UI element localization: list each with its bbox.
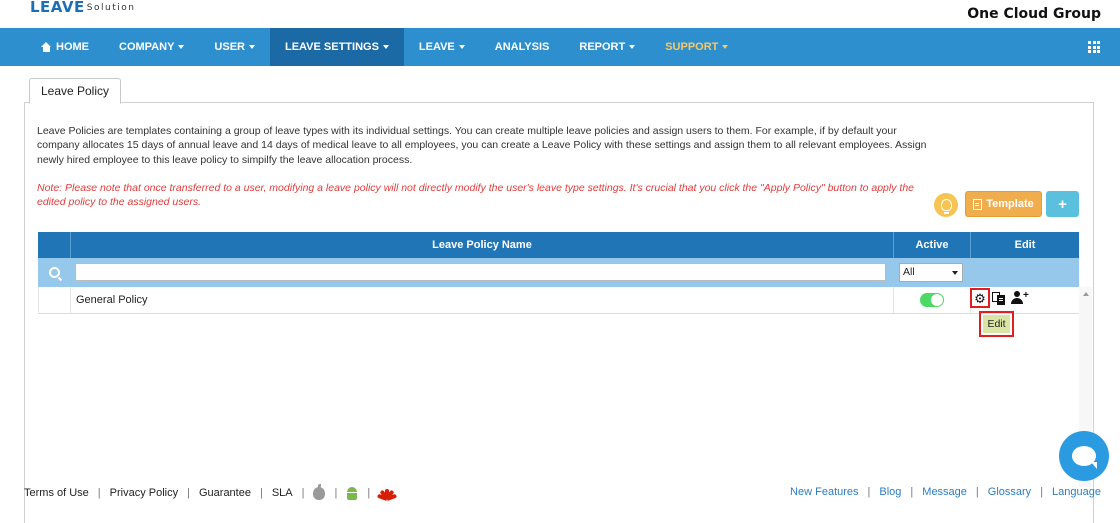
caret-down-icon [178, 45, 185, 49]
policy-name-filter-input[interactable] [75, 263, 886, 281]
nav-report[interactable]: REPORT [564, 28, 650, 66]
search-icon [48, 267, 60, 278]
footer-link-new-features[interactable]: New Features [790, 486, 858, 498]
tab-leave-policy[interactable]: Leave Policy [29, 78, 121, 104]
nav-support-label: SUPPORT [665, 41, 719, 53]
home-icon [41, 42, 52, 52]
column-header-name[interactable]: Leave Policy Name [70, 232, 893, 258]
android-icon[interactable] [346, 486, 358, 500]
footer-link-message[interactable]: Message [922, 486, 967, 498]
nav-report-label: REPORT [579, 41, 626, 53]
nav-user[interactable]: USER [199, 28, 270, 66]
footer-separator: | [910, 486, 914, 498]
footer-separator: | [867, 486, 871, 498]
company-name: One Cloud Group [967, 6, 1101, 22]
footer-left-links: Terms of Use | Privacy Policy | Guarante… [24, 484, 398, 501]
scroll-up-arrow-icon[interactable] [1083, 292, 1089, 296]
footer-separator: | [1040, 486, 1044, 498]
nav-analysis[interactable]: ANALYSIS [480, 28, 565, 66]
footer-separator: | [97, 487, 101, 499]
chat-icon [1072, 446, 1097, 469]
caret-down-icon [458, 45, 465, 49]
logo-text: LEAVE [30, 0, 85, 16]
logo[interactable]: LEAVE Solution [30, 0, 135, 16]
column-divider [893, 287, 894, 313]
footer-link-privacy[interactable]: Privacy Policy [110, 487, 178, 499]
apps-grid-icon[interactable] [1088, 41, 1100, 53]
footer-link-terms[interactable]: Terms of Use [24, 487, 89, 499]
table-header: Leave Policy Name Active Edit [38, 232, 1079, 258]
top-header: LEAVE Solution One Cloud Group [0, 0, 1120, 28]
footer-separator: | [301, 487, 305, 499]
nav-leave-label: LEAVE [418, 41, 455, 53]
edit-policy-button[interactable]: ⚙ [970, 288, 990, 308]
template-button[interactable]: Template [965, 191, 1042, 217]
add-policy-button[interactable]: + [1046, 191, 1079, 217]
assign-users-button[interactable]: + [1011, 291, 1029, 305]
footer-separator: | [334, 487, 338, 499]
file-icon [973, 198, 983, 210]
nav-leave[interactable]: LEAVE [404, 28, 480, 66]
chat-button[interactable] [1059, 431, 1109, 481]
edit-tooltip-text: Edit [983, 315, 1010, 333]
policy-description: Leave Policies are templates containing … [37, 125, 927, 166]
lightbulb-icon [940, 199, 952, 214]
caret-down-icon [248, 45, 255, 49]
footer-separator: | [367, 487, 371, 499]
footer-right-links: New Features | Blog | Message | Glossary… [790, 486, 1101, 498]
nav-home[interactable]: HOME [26, 28, 104, 66]
footer-link-language[interactable]: Language [1052, 486, 1101, 498]
footer-link-blog[interactable]: Blog [879, 486, 901, 498]
nav-leave-settings[interactable]: LEAVE SETTINGS [269, 28, 404, 66]
nav-support[interactable]: SUPPORT [650, 28, 743, 66]
nav-company-label: COMPANY [119, 41, 175, 53]
template-button-label: Template [986, 198, 1034, 210]
footer-link-guarantee[interactable]: Guarantee [199, 487, 251, 499]
table-filter-row: All [38, 258, 1079, 287]
table-row: General Policy [38, 287, 1079, 314]
active-toggle[interactable] [920, 293, 944, 307]
user-plus-icon-plus: + [1023, 290, 1029, 301]
plus-icon: + [1058, 195, 1067, 213]
column-header-edit: Edit [970, 232, 1079, 258]
column-header-active[interactable]: Active [893, 232, 970, 258]
policy-note: Note: Please note that once transferred … [37, 182, 914, 209]
user-plus-icon-body [1011, 298, 1023, 304]
huawei-icon[interactable] [377, 487, 398, 501]
gear-icon: ⚙ [974, 290, 986, 306]
header-blank [38, 232, 70, 258]
nav-leave-settings-label: LEAVE SETTINGS [284, 41, 379, 53]
filter-search-cell [38, 258, 70, 287]
nav-home-label: HOME [56, 41, 89, 53]
apple-icon[interactable] [313, 484, 326, 500]
nav-analysis-label: ANALYSIS [494, 41, 550, 53]
column-divider [70, 287, 71, 313]
footer-separator: | [187, 487, 190, 499]
policy-name-cell: General Policy [76, 294, 148, 306]
tips-button[interactable] [934, 193, 958, 217]
chevron-down-icon [952, 271, 958, 275]
main-navbar: HOME COMPANY USER LEAVE SETTINGS LEAVE A… [0, 28, 1120, 66]
caret-down-icon [629, 45, 636, 49]
copy-icon-front [997, 295, 1005, 305]
footer-link-glossary[interactable]: Glossary [988, 486, 1031, 498]
user-plus-icon [1014, 291, 1020, 297]
active-filter-select[interactable]: All [899, 263, 963, 282]
active-filter-value: All [903, 266, 915, 278]
footer-link-sla[interactable]: SLA [272, 487, 293, 499]
logo-subtext: Solution [86, 3, 136, 13]
caret-down-icon [722, 45, 729, 49]
footer-separator: | [259, 487, 263, 499]
duplicate-policy-button[interactable] [992, 292, 1006, 305]
caret-down-icon [382, 45, 389, 49]
nav-company[interactable]: COMPANY [104, 28, 199, 66]
footer-separator: | [975, 486, 979, 498]
edit-tooltip: Edit [979, 311, 1014, 337]
nav-user-label: USER [214, 41, 245, 53]
